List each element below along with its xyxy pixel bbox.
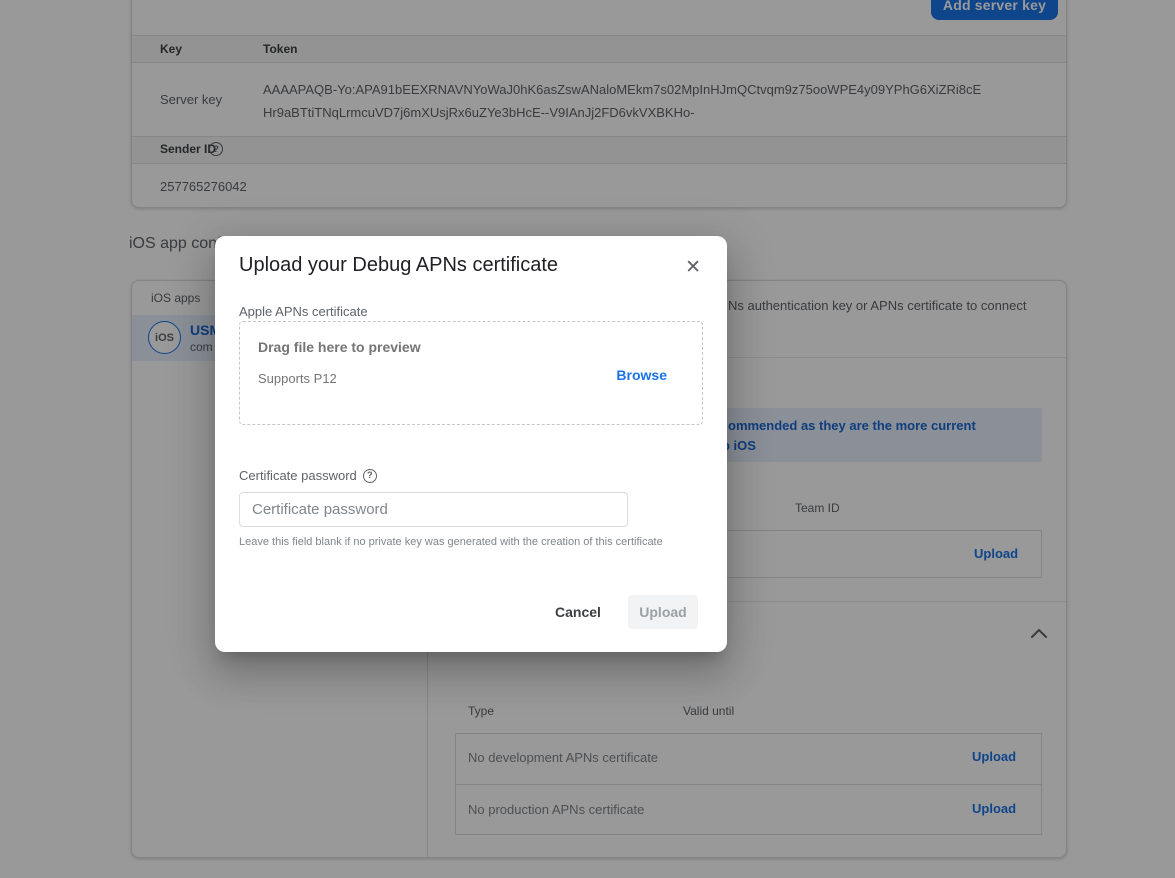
password-help-icon[interactable]: ? [363, 469, 377, 483]
dialog-title: Upload your Debug APNs certificate [239, 254, 558, 277]
close-icon[interactable]: ✕ [685, 258, 701, 277]
certificate-password-label: Certificate password [239, 468, 357, 483]
password-helper-text: Leave this field blank if no private key… [239, 536, 663, 548]
apns-certificate-field-label: Apple APNs certificate [239, 304, 368, 319]
certificate-password-input[interactable] [239, 492, 628, 527]
browse-link[interactable]: Browse [616, 367, 667, 383]
certificate-password-label-row: Certificate password ? [239, 468, 377, 483]
certificate-dropzone[interactable]: Drag file here to preview Supports P12 B… [239, 321, 703, 425]
cancel-button[interactable]: Cancel [555, 604, 601, 620]
upload-apns-certificate-dialog: Upload your Debug APNs certificate ✕ App… [215, 236, 727, 652]
dropzone-title: Drag file here to preview [258, 339, 421, 355]
cloud-messaging-settings-page: Add server key Key Token Server key AAAA… [0, 0, 1175, 878]
upload-button[interactable]: Upload [628, 595, 698, 629]
dropzone-subtext: Supports P12 [258, 371, 337, 386]
